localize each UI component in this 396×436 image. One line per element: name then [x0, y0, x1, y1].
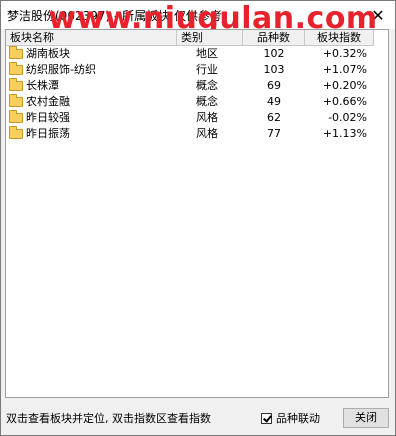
sector-list[interactable]: 板块名称 类别 品种数 板块指数 湖南板块 地区 102 +0.32% 纺织服饰-纺织 行…: [5, 29, 389, 398]
row-name: 农村金融: [26, 95, 70, 108]
list-rows: 湖南板块 地区 102 +0.32% 纺织服饰-纺织 行业 103 +1.07% 长株潭 概念 69…: [6, 46, 390, 142]
window-title: 梦洁股份(002397) - 所属板块 仅供参考: [7, 9, 222, 23]
hint-text: 双击查看板块并定位, 双击指数区查看指数: [6, 412, 211, 425]
table-row[interactable]: 湖南板块 地区 102 +0.32%: [6, 46, 390, 62]
row-type: 概念: [196, 79, 218, 92]
row-count: 69: [267, 79, 281, 92]
folder-icon: [9, 78, 23, 91]
header-type[interactable]: 类别: [177, 30, 243, 45]
close-icon[interactable]: ✕: [361, 1, 395, 29]
row-count: 62: [267, 111, 281, 124]
header-count[interactable]: 品种数: [243, 30, 305, 45]
row-name: 长株潭: [26, 79, 59, 92]
folder-icon: [9, 46, 23, 59]
table-row[interactable]: 农村金融 概念 49 +0.66%: [6, 94, 390, 110]
row-type: 概念: [196, 95, 218, 108]
close-button[interactable]: 关闭: [343, 408, 389, 428]
table-row[interactable]: 昨日较强 风格 62 -0.02%: [6, 110, 390, 126]
row-name: 昨日振荡: [26, 127, 70, 140]
title-bar: 梦洁股份(002397) - 所属板块 仅供参考 ✕: [1, 1, 395, 29]
folder-icon: [9, 110, 23, 123]
checkbox-box[interactable]: [261, 412, 272, 424]
row-count: 103: [263, 63, 285, 76]
link-checkbox[interactable]: 品种联动: [261, 410, 320, 426]
row-change: +1.13%: [322, 127, 367, 140]
checkbox-label: 品种联动: [276, 412, 320, 425]
row-type: 风格: [196, 127, 218, 140]
row-count: 77: [267, 127, 281, 140]
row-type: 地区: [196, 47, 218, 60]
table-row[interactable]: 纺织服饰-纺织 行业 103 +1.07%: [6, 62, 390, 78]
row-name: 湖南板块: [26, 47, 70, 60]
row-type: 风格: [196, 111, 218, 124]
row-count: 49: [267, 95, 281, 108]
header-name[interactable]: 板块名称: [6, 30, 177, 45]
bottom-bar: 双击查看板块并定位, 双击指数区查看指数 品种联动 关闭: [1, 401, 395, 435]
row-count: 102: [263, 47, 285, 60]
list-header: 板块名称 类别 品种数 板块指数: [6, 30, 374, 46]
folder-icon: [9, 126, 23, 139]
row-type: 行业: [196, 63, 218, 76]
row-name: 昨日较强: [26, 111, 70, 124]
table-row[interactable]: 昨日振荡 风格 77 +1.13%: [6, 126, 390, 142]
folder-icon: [9, 62, 23, 75]
row-change: +0.20%: [322, 79, 367, 92]
table-row[interactable]: 长株潭 概念 69 +0.20%: [6, 78, 390, 94]
folder-icon: [9, 94, 23, 107]
row-name: 纺织服饰-纺织: [26, 63, 96, 76]
row-change: -0.02%: [328, 111, 367, 124]
header-index[interactable]: 板块指数: [305, 30, 374, 45]
row-change: +0.32%: [322, 47, 367, 60]
row-change: +0.66%: [322, 95, 367, 108]
dialog-window: 梦洁股份(002397) - 所属板块 仅供参考 ✕ www.niugulan.…: [0, 0, 396, 436]
row-change: +1.07%: [322, 63, 367, 76]
